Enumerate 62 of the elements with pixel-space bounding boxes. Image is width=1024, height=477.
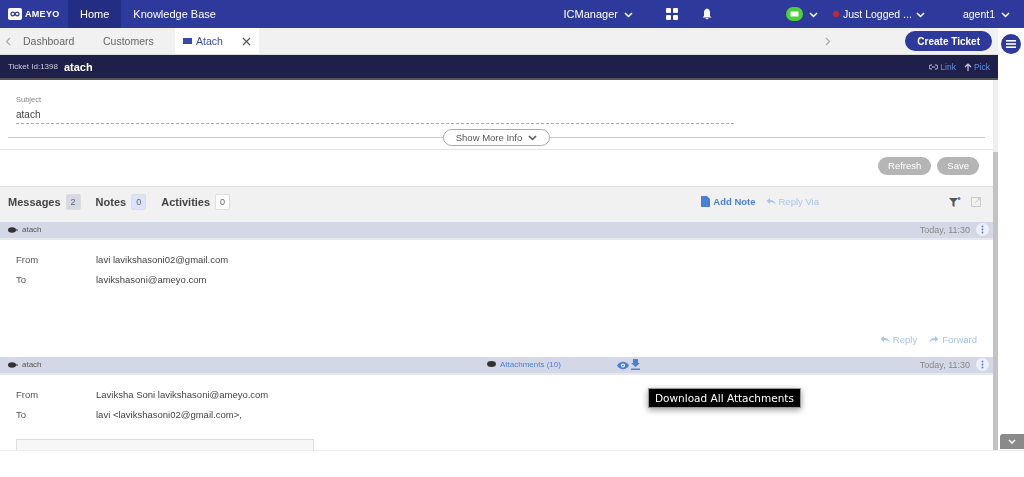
chevron-down-icon: [1008, 439, 1016, 444]
forward-icon: [929, 335, 940, 345]
activity-tab[interactable]: Activities: [161, 195, 211, 208]
chat-status-icon[interactable]: [786, 7, 803, 21]
ticket-id: Ticket Id:1398: [8, 62, 58, 71]
agent-status[interactable]: Just Logged ...: [843, 8, 912, 20]
count-badge: 0: [215, 193, 231, 210]
caret-icon[interactable]: [809, 10, 818, 18]
field-label: To: [16, 409, 28, 421]
tab[interactable]: Dashboard: [15, 28, 95, 54]
ticket-action-link[interactable]: Pick: [973, 61, 990, 72]
caret-icon: [528, 133, 538, 141]
create-ticket-button[interactable]: Create Ticket: [905, 31, 992, 51]
bell-icon[interactable]: [702, 8, 712, 20]
logo-icon: [8, 8, 22, 20]
envelope-icon: [8, 361, 18, 368]
apps-grid-icon[interactable]: [666, 8, 678, 20]
note-icon: [701, 196, 711, 208]
message-subject: atach: [22, 225, 42, 235]
download-icon[interactable]: [631, 358, 640, 370]
message-time: Today, 11:30: [919, 359, 970, 370]
caret-icon[interactable]: [915, 10, 925, 18]
attachment-icon: [487, 361, 496, 368]
activity-tab[interactable]: Messages: [8, 195, 61, 208]
ticket-action-link[interactable]: Link: [940, 61, 956, 72]
campaign-selector[interactable]: ICManager: [563, 8, 618, 20]
field-label: To: [16, 274, 28, 286]
message-time: Today, 11:30: [919, 224, 970, 235]
caret-icon[interactable]: [624, 10, 633, 18]
field-value: Laviksha Soni lavikshasoni@ameyo.com: [96, 389, 269, 401]
show-more-button[interactable]: Show More Info: [442, 128, 551, 146]
link-icon[interactable]: [929, 62, 939, 71]
field-value: lavi <lavikshasoni02@gmail.com>,: [96, 409, 242, 421]
menu-icon: [1006, 40, 1016, 48]
ticket-icon: [183, 38, 192, 44]
arrow-up-icon[interactable]: [963, 62, 972, 71]
field-label: From: [16, 389, 40, 401]
envelope-icon: [8, 226, 18, 233]
nav-link[interactable]: Knowledge Base: [121, 0, 228, 28]
nav-link[interactable]: Home: [68, 0, 122, 28]
field-label: From: [16, 254, 40, 266]
reply-icon: [879, 335, 890, 345]
caret-icon[interactable]: [1001, 10, 1010, 18]
logo-text: AMEYO: [25, 9, 60, 19]
tab[interactable]: Customers: [95, 28, 175, 54]
subject-field[interactable]: atach: [16, 109, 734, 124]
tab[interactable]: Atach: [175, 28, 259, 54]
toolbar-action[interactable]: Add Note: [713, 196, 756, 208]
ticket-title: atach: [63, 60, 93, 73]
user-name[interactable]: agent1: [962, 8, 995, 20]
count-badge: 0: [131, 193, 147, 210]
close-icon[interactable]: [242, 36, 251, 46]
message-subject: atach: [22, 360, 42, 370]
tooltip: Download All Attachments: [648, 388, 801, 408]
eye-icon[interactable]: [617, 360, 629, 370]
activity-tab[interactable]: Notes: [95, 195, 127, 208]
field-value: lavi lavikshasoni02@gmail.com: [96, 254, 229, 266]
menu-button[interactable]: [1001, 34, 1021, 54]
count-badge: 2: [65, 193, 81, 210]
reply-icon: [765, 197, 776, 207]
field-value: lavikshasoni@ameyo.com: [96, 274, 207, 286]
filter-icon[interactable]: [949, 196, 961, 207]
